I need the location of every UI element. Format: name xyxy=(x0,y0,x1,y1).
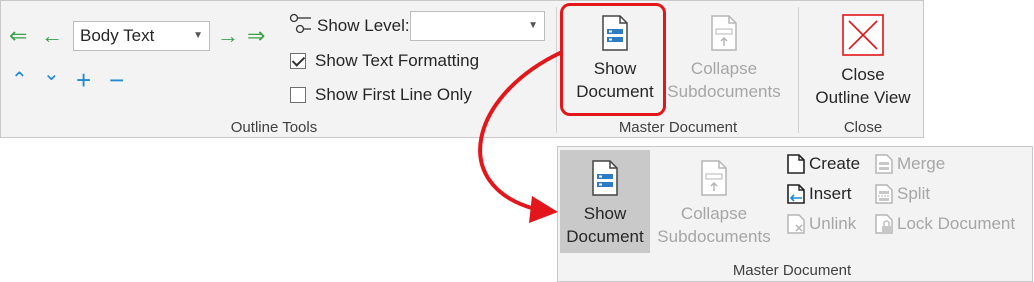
callout-arrow-icon xyxy=(478,50,563,223)
